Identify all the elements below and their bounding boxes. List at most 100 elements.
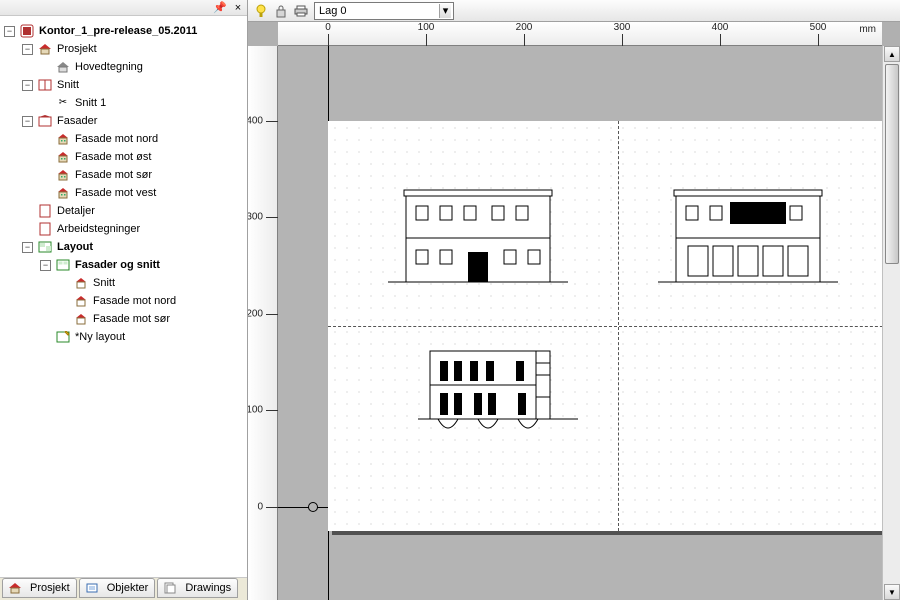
tree-leaf-fasade-sor[interactable]: Fasade mot sør [40, 166, 243, 184]
project-tree[interactable]: − Kontor_1_pre-release_05.2011 − [0, 16, 247, 577]
ruler-tick: 400 [248, 116, 263, 127]
scroll-thumb[interactable] [885, 64, 899, 264]
ruler-vertical: 0 100 200 300 400 [248, 46, 278, 600]
spacer [22, 206, 33, 217]
tree-label: Snitt [93, 274, 115, 292]
tree-node-prosjekt[interactable]: − Prosjekt [22, 40, 243, 58]
spacer [22, 224, 33, 235]
spacer [40, 134, 51, 145]
ruler-tick: 300 [614, 22, 631, 33]
spacer [40, 170, 51, 181]
tree-label: Fasade mot sør [75, 166, 152, 184]
lightbulb-icon[interactable] [254, 4, 268, 18]
canvas-viewport[interactable]: mm 0 100 200 300 400 500 0 100 200 300 4… [248, 22, 900, 600]
elevation-icon [55, 150, 71, 164]
tab-icon [162, 581, 178, 595]
spacer [58, 296, 69, 307]
tree-leaf-layout-snitt[interactable]: Snitt [58, 274, 243, 292]
project-icon [19, 24, 35, 38]
chevron-down-icon: ▾ [439, 4, 451, 18]
collapse-icon[interactable]: − [4, 26, 15, 37]
drawing-surface[interactable] [278, 46, 882, 600]
tree-node-fasader[interactable]: − Fasader [22, 112, 243, 130]
tree-label: Hovedtegning [75, 58, 143, 76]
ruler-horizontal: mm 0 100 200 300 400 500 [278, 22, 882, 46]
tree-leaf-hovedtegning[interactable]: Hovedtegning [40, 58, 243, 76]
tree-leaf-new-layout[interactable]: *Ny layout [40, 328, 243, 346]
lock-icon[interactable] [274, 4, 288, 18]
page-icon [37, 222, 53, 236]
tree-node-layout[interactable]: − Layout [22, 238, 243, 256]
fold-line-horizontal [328, 326, 882, 327]
tree-node-detaljer[interactable]: Detaljer [22, 202, 243, 220]
drawing-icon [55, 60, 71, 74]
layout-item-icon [73, 312, 89, 326]
tree-label: Fasade mot nord [93, 292, 176, 310]
layer-dropdown[interactable]: Lag 0 ▾ [314, 2, 454, 20]
tree-label: Fasader [57, 112, 97, 130]
house-icon [37, 42, 53, 56]
elevation-icon [55, 132, 71, 146]
spacer [40, 98, 51, 109]
collapse-icon[interactable]: − [22, 44, 33, 55]
elevation-icon [55, 168, 71, 182]
ruler-tick: 400 [712, 22, 729, 33]
spacer [40, 332, 51, 343]
scissors-icon: ✂ [55, 96, 71, 110]
tree-label: Prosjekt [57, 40, 97, 58]
tree-node-arbeidstegninger[interactable]: Arbeidstegninger [22, 220, 243, 238]
tree-label: Snitt [57, 76, 79, 94]
collapse-icon[interactable]: − [40, 260, 51, 271]
layout-sheet[interactable] [328, 121, 882, 531]
tree-root-label: Kontor_1_pre-release_05.2011 [39, 22, 197, 40]
tree-label: Layout [57, 238, 93, 256]
tab-icon [7, 581, 23, 595]
tree-node-snitt[interactable]: − Snitt [22, 76, 243, 94]
layer-dropdown-label: Lag 0 [319, 5, 433, 17]
layout-item-icon [73, 276, 89, 290]
tree-leaf-fasade-nord[interactable]: Fasade mot nord [40, 130, 243, 148]
scroll-up-button[interactable]: ▲ [884, 46, 900, 62]
page-icon [37, 204, 53, 218]
print-icon[interactable] [294, 4, 308, 18]
spacer [40, 62, 51, 73]
origin-marker [308, 502, 318, 512]
pin-icon[interactable]: 📌 [213, 2, 227, 14]
scroll-down-button[interactable]: ▼ [884, 584, 900, 600]
tree-label: Fasade mot nord [75, 130, 158, 148]
tree-label: Fasader og snitt [75, 256, 160, 274]
tree-leaf-snitt1[interactable]: ✂ Snitt 1 [40, 94, 243, 112]
tree-label: Fasade mot øst [75, 148, 151, 166]
tree-root-project[interactable]: − Kontor_1_pre-release_05.2011 [4, 22, 243, 40]
tab-label: Drawings [185, 582, 231, 594]
tree-leaf-fasade-ost[interactable]: Fasade mot øst [40, 148, 243, 166]
tab-prosjekt[interactable]: Prosjekt [2, 578, 77, 598]
tree-label: Fasade mot sør [93, 310, 170, 328]
layout-group-icon [55, 258, 71, 272]
close-icon[interactable]: × [231, 2, 245, 14]
spacer [58, 278, 69, 289]
ruler-tick: 200 [516, 22, 533, 33]
ruler-tick: 200 [248, 309, 263, 320]
collapse-icon[interactable]: − [22, 242, 33, 253]
tab-objekter[interactable]: Objekter [79, 578, 156, 598]
tab-drawings[interactable]: Drawings [157, 578, 238, 598]
tab-icon [84, 581, 100, 595]
tree-leaf-fasade-vest[interactable]: Fasade mot vest [40, 184, 243, 202]
tree-node-fasader-og-snitt[interactable]: − Fasader og snitt [40, 256, 243, 274]
ruler-tick: 0 [257, 502, 263, 513]
ruler-tick: 100 [418, 22, 435, 33]
collapse-icon[interactable]: − [22, 116, 33, 127]
collapse-icon[interactable]: − [22, 80, 33, 91]
scrollbar-vertical[interactable]: ▲ ▼ [882, 46, 900, 600]
section-icon [37, 78, 53, 92]
new-layout-icon [55, 330, 71, 344]
tree-leaf-layout-fasade-sor[interactable]: Fasade mot sør [58, 310, 243, 328]
layout-icon [37, 240, 53, 254]
tree-label: Detaljer [57, 202, 95, 220]
layout-item-icon [73, 294, 89, 308]
tree-leaf-layout-fasade-nord[interactable]: Fasade mot nord [58, 292, 243, 310]
layer-toolbar: Lag 0 ▾ [248, 0, 900, 22]
tab-label: Objekter [107, 582, 149, 594]
spacer [58, 314, 69, 325]
